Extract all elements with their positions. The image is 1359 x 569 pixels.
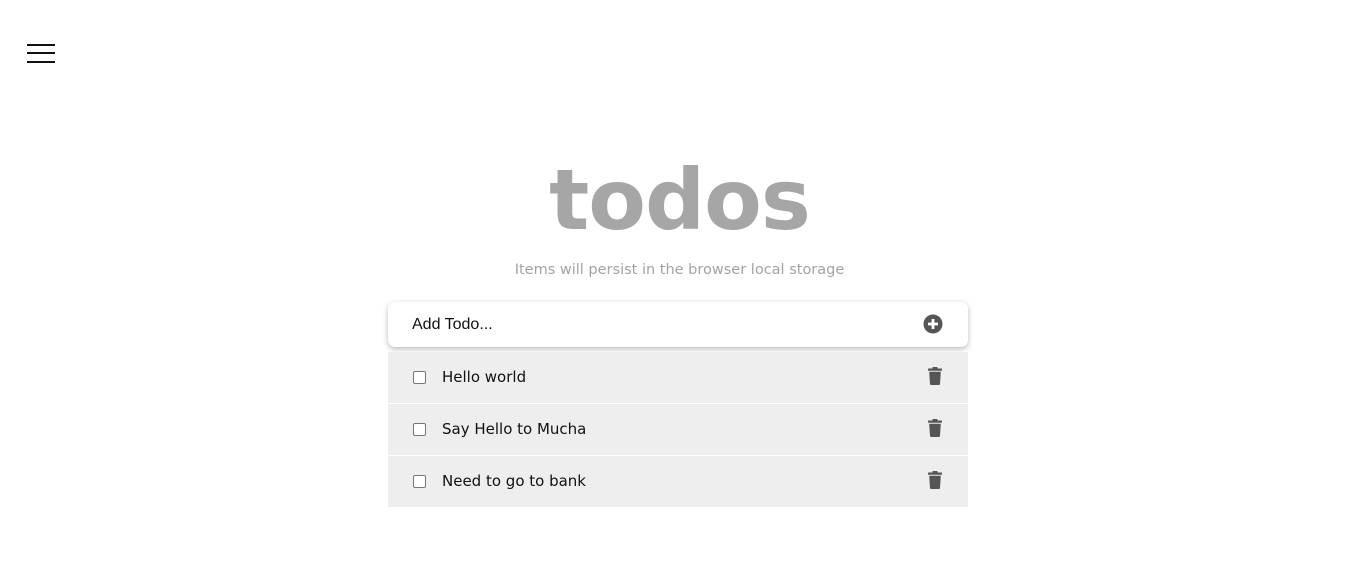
todo-text: Need to go to bank bbox=[442, 472, 586, 490]
menu-bar bbox=[27, 61, 55, 63]
page-title: todos bbox=[549, 151, 811, 249]
page-subtitle: Items will persist in the browser local … bbox=[514, 262, 845, 278]
todo-item: Say Hello to Mucha bbox=[388, 404, 968, 456]
add-todo-bar bbox=[388, 302, 968, 347]
trash-icon[interactable] bbox=[928, 471, 942, 489]
todo-text: Hello world bbox=[442, 368, 527, 386]
plus-circle-icon[interactable] bbox=[923, 314, 943, 334]
todo-checkbox[interactable] bbox=[413, 475, 426, 488]
todo-list: Hello world Say Hello to Mucha Need to g… bbox=[388, 352, 968, 507]
todo-checkbox[interactable] bbox=[413, 423, 426, 436]
todo-text: Say Hello to Mucha bbox=[442, 420, 587, 438]
hamburger-menu-icon[interactable] bbox=[27, 43, 55, 65]
todo-item: Need to go to bank bbox=[388, 456, 968, 507]
trash-icon[interactable] bbox=[928, 367, 942, 385]
todo-checkbox[interactable] bbox=[413, 371, 426, 384]
trash-icon[interactable] bbox=[928, 419, 942, 437]
todo-item: Hello world bbox=[388, 352, 968, 404]
menu-bar bbox=[27, 52, 55, 54]
add-todo-input[interactable] bbox=[388, 302, 908, 347]
menu-bar bbox=[27, 44, 55, 46]
